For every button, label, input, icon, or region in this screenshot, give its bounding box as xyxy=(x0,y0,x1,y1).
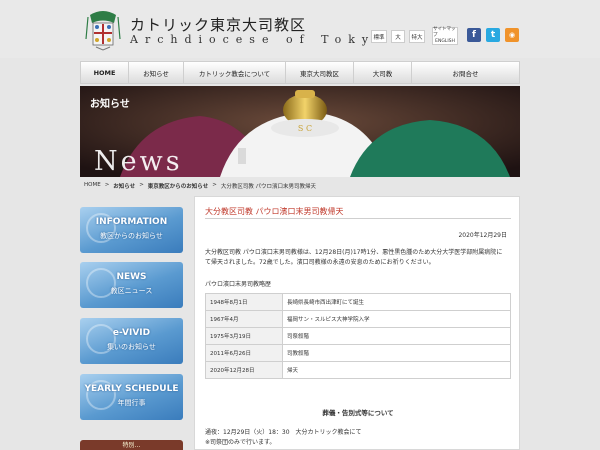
main-nav: HOME お知らせ カトリック教会について 東京大司教区 大司教 お問合せ xyxy=(80,61,520,84)
banner-title: YEARLY SCHEDULE xyxy=(84,384,179,394)
font-size-xlarge-button[interactable]: 特大 xyxy=(409,30,425,43)
profile-table: 1948年8月1日 長崎県長崎市西出津町にて誕生 1967年4月 福岡サン・スル… xyxy=(205,293,511,379)
breadcrumb-separator: > xyxy=(212,182,217,188)
profile-heading: パウロ濱口末男司教略歴 xyxy=(205,281,272,288)
banner-subtitle: 集いのお知らせ xyxy=(107,343,156,351)
funeral-wake-line: 通夜：12月29日（火）18：30 大分カトリック教会にて xyxy=(205,429,362,436)
article-body: 大分教区司教 パウロ濱口末男司教様は、12月28日(月)17時1分、悪性黒色腫の… xyxy=(205,249,503,266)
sidebar-banner-yearly-schedule[interactable]: YEARLY SCHEDULE 年間行事 xyxy=(80,374,183,420)
funeral-note-line: ※司祭団のみで行います。 xyxy=(205,439,276,446)
sitemap-english-button[interactable]: サイトマップ ENGLISH xyxy=(432,27,458,45)
profile-event: 長崎県長崎市西出津町にて誕生 xyxy=(282,293,511,311)
font-size-large-button[interactable]: 大 xyxy=(391,30,405,43)
nav-home[interactable]: HOME xyxy=(81,62,129,83)
banner-subtitle: 教区ニュース xyxy=(110,287,153,295)
breadcrumb-news[interactable]: お知らせ xyxy=(113,182,135,190)
table-row: 1975年3月19日 司祭叙階 xyxy=(205,327,511,345)
funeral-heading: 葬儀・告別式等について xyxy=(322,409,394,417)
article-panel: 大分教区司教 パウロ濱口末男司教帰天 2020年12月29日 大分教区司教 パウ… xyxy=(194,196,520,450)
table-row: 2011年6月26日 司教叙階 xyxy=(205,344,511,362)
hero-cup-lettering: S C xyxy=(298,124,312,133)
sidebar-banner-partial[interactable]: 特別… xyxy=(80,440,183,450)
sidebar-banner-evivid[interactable]: e-VIVID 集いのお知らせ xyxy=(80,318,183,364)
profile-event: 福岡サン・スルピス大神学院入学 xyxy=(282,310,511,328)
banner-subtitle: 年間行事 xyxy=(117,399,146,407)
nav-contact[interactable]: お問合せ xyxy=(412,62,519,83)
page: カトリック東京大司教区 Archdiocese of Tokyo 標準 大 特大… xyxy=(0,0,600,450)
profile-date: 1948年8月1日 xyxy=(205,293,283,311)
facebook-icon[interactable]: f xyxy=(467,28,481,42)
breadcrumb-separator: > xyxy=(104,182,110,188)
site-subtitle: Archdiocese of Tokyo xyxy=(130,33,389,46)
banner-subtitle: 教区からのお知らせ xyxy=(100,232,163,240)
profile-date: 1967年4月 xyxy=(205,310,283,328)
hero-word: News xyxy=(94,146,183,177)
breadcrumb-home[interactable]: HOME xyxy=(84,182,101,190)
twitter-icon[interactable]: t xyxy=(486,28,500,42)
rss-icon[interactable]: ◉ xyxy=(505,28,519,42)
profile-event: 司祭叙階 xyxy=(282,327,511,345)
breadcrumb: HOME > お知らせ > 東京教区からのお知らせ > 大分教区司教 パウロ濱口… xyxy=(84,182,316,190)
profile-date: 2020年12月28日 xyxy=(205,361,283,379)
nav-archbishop[interactable]: 大司教 xyxy=(354,62,412,83)
site-header: カトリック東京大司教区 Archdiocese of Tokyo 標準 大 特大… xyxy=(0,0,600,58)
archdiocese-seal-logo[interactable] xyxy=(84,9,122,51)
profile-event: 司教叙階 xyxy=(282,344,511,362)
sidebar-banner-news[interactable]: NEWS 教区ニュース xyxy=(80,262,183,308)
nav-news[interactable]: お知らせ xyxy=(129,62,184,83)
table-row: 2020年12月28日 帰天 xyxy=(205,361,511,379)
breadcrumb-current: 大分教区司教 パウロ濱口末男司教帰天 xyxy=(220,184,317,190)
breadcrumb-separator: > xyxy=(139,182,144,188)
breadcrumb-diocese-news[interactable]: 東京教区からのお知らせ xyxy=(148,182,208,190)
profile-event: 帰天 xyxy=(282,361,511,379)
table-row: 1948年8月1日 長崎県長崎市西出津町にて誕生 xyxy=(205,293,511,311)
banner-title: NEWS xyxy=(116,272,147,282)
site-title[interactable]: カトリック東京大司教区 xyxy=(130,14,306,35)
sitemap-label: サイトマップ xyxy=(433,27,456,38)
nav-archdiocese[interactable]: 東京大司教区 xyxy=(286,62,354,83)
sidebar-banner-information[interactable]: INFORMATION 教区からのお知らせ xyxy=(80,207,183,253)
title-divider xyxy=(205,218,511,219)
article-date: 2020年12月29日 xyxy=(458,232,507,239)
hero-banner: S C お知らせ News xyxy=(80,86,520,177)
nav-about-church[interactable]: カトリック教会について xyxy=(184,62,286,83)
article-title: 大分教区司教 パウロ濱口末男司教帰天 xyxy=(205,207,344,216)
english-label: ENGLISH xyxy=(435,39,455,44)
profile-date: 1975年3月19日 xyxy=(205,327,283,345)
banner-title: e-VIVID xyxy=(112,328,151,338)
banner-title: INFORMATION xyxy=(95,217,168,227)
hero-label: お知らせ xyxy=(90,99,130,110)
font-size-normal-button[interactable]: 標準 xyxy=(371,30,387,43)
profile-date: 2011年6月26日 xyxy=(205,344,283,362)
table-row: 1967年4月 福岡サン・スルピス大神学院入学 xyxy=(205,310,511,328)
